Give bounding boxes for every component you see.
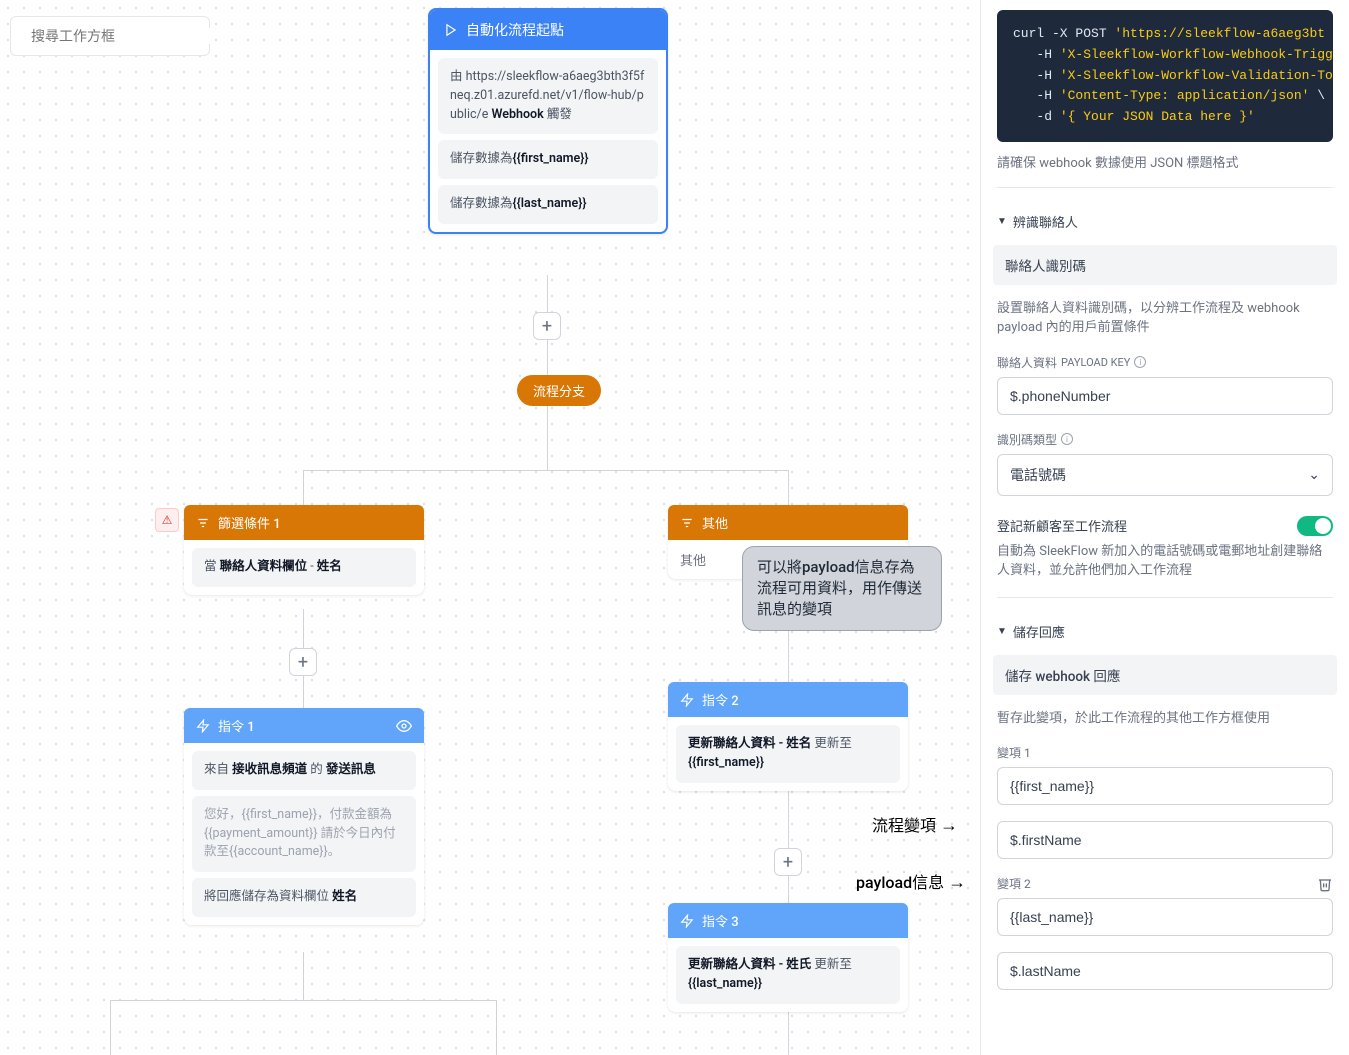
- action-title: 指令 2: [702, 690, 739, 709]
- start-block-var2: 儲存數據為{{last_name}}: [438, 185, 658, 224]
- payload-key-input[interactable]: [997, 377, 1333, 415]
- info-icon[interactable]: i: [1061, 433, 1073, 445]
- annotation-payload: payload信息 →: [856, 869, 966, 893]
- bolt-icon: [680, 914, 694, 928]
- connector: [788, 1010, 789, 1055]
- other-title: 其他: [702, 513, 728, 532]
- connector: [110, 1000, 111, 1055]
- filter-icon: [680, 516, 694, 530]
- payload-key-label: 聯絡人資料 PAYLOAD KEY i: [997, 354, 1333, 371]
- code-block: curl -X POST 'https://sleekflow-a6aeg3bt…: [997, 10, 1333, 142]
- action-title: 指令 1: [218, 716, 255, 735]
- warning-badge[interactable]: ⚠: [155, 508, 179, 532]
- action3-body: 更新聯絡人資料 - 姓氏 更新至{{last_name}}: [676, 946, 900, 1004]
- toggle-label: 登記新顧客至工作流程: [997, 516, 1127, 535]
- tooltip: 可以將payload信息存為流程可用資料，用作傳送訊息的變項: [742, 546, 942, 631]
- panel-contact-desc: 設置聯絡人資料識別碼，以分辨工作流程及 webhook payload 內的用戶…: [997, 299, 1333, 338]
- condition-node-1[interactable]: 篩選條件 1 當 聯絡人資料欄位 - 姓名: [184, 505, 424, 595]
- connector: [547, 406, 548, 470]
- var2-name-input[interactable]: [997, 898, 1333, 936]
- register-new-customer-toggle[interactable]: [1297, 516, 1333, 536]
- connector: [110, 1000, 496, 1001]
- connector: [303, 470, 304, 505]
- section-save-response[interactable]: ▼ 儲存回應: [997, 614, 1333, 649]
- action1-row2: 您好，{{first_name}}，付款金額為{{payment_amount}…: [192, 796, 416, 872]
- action1-row3: 將回應儲存為資料欄位 姓名: [192, 878, 416, 917]
- start-block-webhook: 由 https://sleekflow-a6aeg3bth3f5fneq.z01…: [438, 58, 658, 134]
- id-type-label: 識別碼類型 i: [997, 431, 1333, 448]
- condition-body: 當 聯絡人資料欄位 - 姓名: [192, 548, 416, 587]
- search-input[interactable]: [31, 28, 212, 44]
- action2-body: 更新聯絡人資料 - 姓名 更新至{{first_name}}: [676, 725, 900, 783]
- action-node-2[interactable]: 指令 2 更新聯絡人資料 - 姓名 更新至{{first_name}}: [668, 682, 908, 791]
- connector: [788, 470, 789, 505]
- connector: [788, 790, 789, 903]
- sidebar-panel[interactable]: curl -X POST 'https://sleekflow-a6aeg3bt…: [980, 0, 1349, 1055]
- annotation-flow-var: 流程變項 →: [872, 812, 958, 836]
- bolt-icon: [196, 719, 210, 733]
- chevron-down-icon: ⌄: [1308, 467, 1320, 483]
- add-node-button[interactable]: +: [774, 848, 802, 876]
- id-type-select[interactable]: 電話號碼 ⌄: [997, 454, 1333, 496]
- connector: [496, 1000, 497, 1055]
- connector: [303, 470, 788, 471]
- start-node-title: 自動化流程起點: [466, 20, 564, 40]
- panel-save-desc: 暫存此變項，於此工作流程的其他工作方框使用: [997, 709, 1333, 729]
- var2-path-input[interactable]: [997, 952, 1333, 990]
- section-identify-contact[interactable]: ▼ 辨識聯絡人: [997, 204, 1333, 239]
- code-helper-text: 請確保 webhook 數據使用 JSON 標題格式: [997, 152, 1333, 171]
- start-node[interactable]: 自動化流程起點 由 https://sleekflow-a6aeg3bth3f5…: [428, 8, 668, 234]
- var2-label: 變項 2: [997, 875, 1031, 892]
- bolt-icon: [680, 693, 694, 707]
- start-block-var1: 儲存數據為{{first_name}}: [438, 140, 658, 179]
- play-icon: [444, 23, 458, 37]
- caret-down-icon: ▼: [997, 626, 1007, 637]
- info-icon[interactable]: i: [1134, 356, 1146, 368]
- add-node-button[interactable]: +: [533, 312, 561, 340]
- flow-canvas[interactable]: 自動化流程起點 由 https://sleekflow-a6aeg3bth3f5…: [0, 0, 980, 1055]
- caret-down-icon: ▼: [997, 216, 1007, 227]
- panel-contact-id: 聯絡人識別碼: [993, 245, 1337, 285]
- action1-row1: 來自 接收訊息頻道 的 發送訊息: [192, 751, 416, 790]
- var1-path-input[interactable]: [997, 821, 1333, 859]
- trash-icon[interactable]: [1317, 876, 1333, 892]
- search-box[interactable]: [10, 16, 210, 56]
- condition-title: 篩選條件 1: [218, 513, 281, 532]
- connector: [303, 952, 304, 1000]
- eye-icon[interactable]: [396, 718, 412, 734]
- var1-label: 變項 1: [997, 744, 1333, 761]
- toggle-desc: 自動為 SleekFlow 新加入的電話號碼或電郵地址創建聯絡人資料，並允許他們…: [997, 542, 1333, 581]
- add-node-button[interactable]: +: [289, 648, 317, 676]
- filter-icon: [196, 516, 210, 530]
- action-node-1[interactable]: 指令 1 來自 接收訊息頻道 的 發送訊息 您好，{{first_name}}，…: [184, 708, 424, 925]
- action-node-3[interactable]: 指令 3 更新聯絡人資料 - 姓氏 更新至{{last_name}}: [668, 903, 908, 1012]
- action-title: 指令 3: [702, 911, 739, 930]
- branch-badge[interactable]: 流程分支: [517, 375, 601, 406]
- panel-save-webhook: 儲存 webhook 回應: [993, 655, 1337, 695]
- var1-name-input[interactable]: [997, 767, 1333, 805]
